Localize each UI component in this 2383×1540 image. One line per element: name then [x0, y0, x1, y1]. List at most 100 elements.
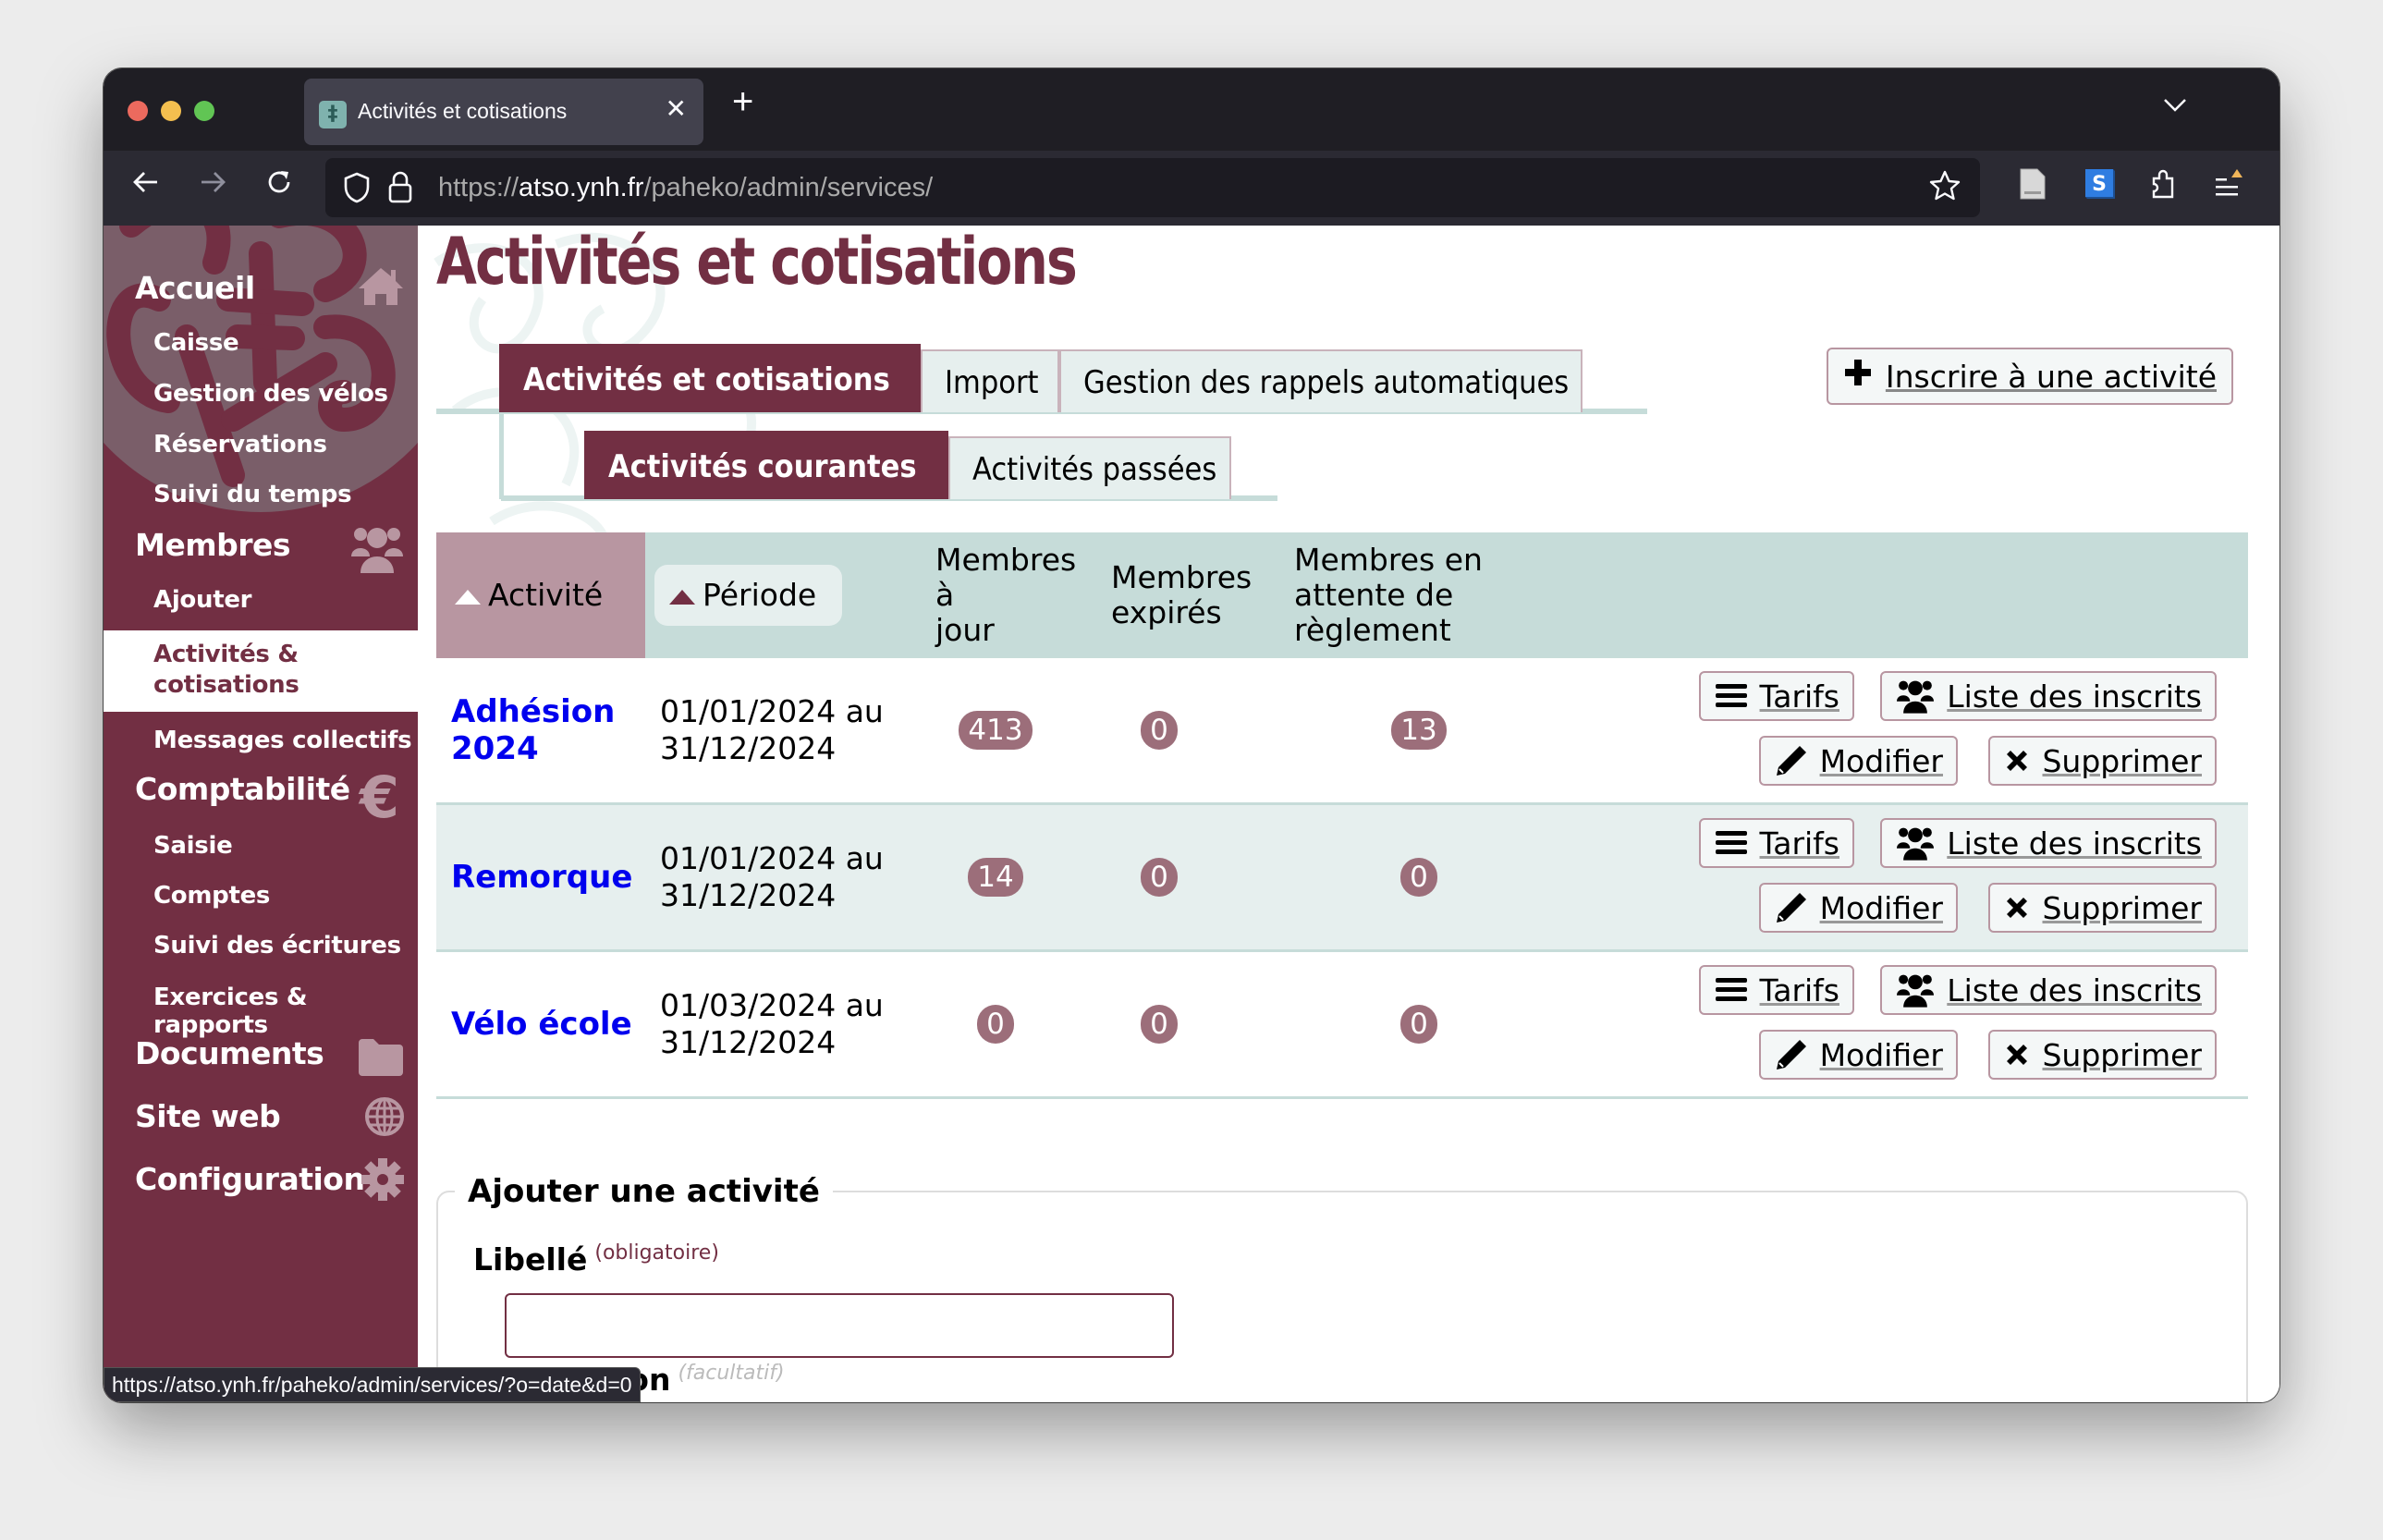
add-activity-legend: Ajouter une activité: [468, 1173, 820, 1210]
browser-tab[interactable]: ‡ Activités et cotisations ✕: [304, 79, 703, 145]
cell-actions: Tarifs Liste des inscrits Modifier Suppr…: [1571, 658, 2248, 805]
header-line: règlement: [1294, 612, 1451, 648]
liste-inscrits-label: Liste des inscrits: [1947, 825, 2202, 862]
sidebar-section-configuration[interactable]: Configuration: [135, 1161, 365, 1197]
euro-icon: €: [359, 764, 399, 831]
close-tab-icon[interactable]: ✕: [666, 93, 687, 124]
cell-up-to-date: 413: [926, 658, 1102, 805]
tab-title: Activités et cotisations: [358, 99, 568, 123]
period-end: 31/12/2024: [660, 877, 837, 913]
activity-link[interactable]: Adhésion 2024: [451, 693, 615, 767]
activity-link[interactable]: Remorque: [451, 859, 632, 896]
cell-pending: 0: [1285, 950, 1571, 1099]
extension-s-icon[interactable]: S: [2084, 167, 2115, 202]
sidebar-item-messages-collectifs[interactable]: Messages collectifs: [153, 727, 412, 754]
modifier-button[interactable]: Modifier: [1758, 736, 1958, 786]
cell-expired: 0: [1102, 803, 1285, 952]
sidebar-item-active-label: Activités & cotisations: [153, 640, 299, 701]
table-row: Adhésion 2024 01/01/2024 au 31/12/2024 413…: [436, 658, 2248, 805]
sidebar-section-accueil[interactable]: Accueil: [135, 270, 255, 306]
url-path: /paheko/admin/services/: [643, 173, 934, 202]
sidebar-section-comptabilite[interactable]: Comptabilité: [135, 771, 350, 807]
extensions-icon[interactable]: [2148, 167, 2180, 204]
lock-icon[interactable]: [386, 169, 414, 210]
count-badge: 0: [977, 1005, 1014, 1044]
sidebar-item-gestion-velos[interactable]: Gestion des vélos: [153, 380, 388, 408]
sidebar-section-site-web[interactable]: Site web: [135, 1098, 281, 1134]
list-icon: [1715, 978, 1747, 1001]
reader-icon[interactable]: [2019, 167, 2047, 204]
period-start: 01/01/2024 au: [660, 693, 884, 729]
liste-inscrits-button[interactable]: Liste des inscrits: [1880, 671, 2217, 721]
sidebar-item-exercices-rapports[interactable]: Exercices & rapports: [153, 984, 418, 1039]
back-icon[interactable]: [131, 167, 161, 205]
header-line: Membres en: [1294, 542, 1483, 578]
count-badge: 0: [1141, 858, 1178, 897]
cell-up-to-date: 0: [926, 950, 1102, 1099]
tarifs-label: Tarifs: [1759, 972, 1839, 1008]
url-text[interactable]: https://atso.ynh.fr/paheko/admin/service…: [438, 173, 933, 203]
subtab-activites-passees[interactable]: Activités passées: [948, 436, 1231, 499]
delete-x-icon: [2007, 898, 2028, 918]
supprimer-button[interactable]: Supprimer: [1988, 1030, 2217, 1080]
tab-import[interactable]: Import: [921, 349, 1059, 412]
cell-period: 01/01/2024 au 31/12/2024: [645, 803, 926, 952]
supprimer-button[interactable]: Supprimer: [1988, 883, 2217, 933]
liste-inscrits-button[interactable]: Liste des inscrits: [1880, 965, 2217, 1015]
activity-link[interactable]: Vélo école: [451, 1006, 632, 1043]
supprimer-label: Supprimer: [2042, 1036, 2202, 1073]
liste-inscrits-button[interactable]: Liste des inscrits: [1880, 818, 2217, 868]
column-header-actions: [1571, 532, 2248, 658]
libelle-input[interactable]: [505, 1293, 1174, 1358]
sidebar-section-documents[interactable]: Documents: [135, 1035, 324, 1071]
shield-icon[interactable]: [342, 171, 372, 208]
tab-rappels-automatiques[interactable]: Gestion des rappels automatiques: [1059, 349, 1583, 412]
sidebar-item-suivi-temps[interactable]: Suivi du temps: [153, 481, 352, 508]
tarifs-button[interactable]: Tarifs: [1698, 965, 1854, 1015]
inscrire-activite-label: Inscrire à une activité: [1885, 358, 2217, 395]
url-bar[interactable]: https://atso.ynh.fr/paheko/admin/service…: [325, 158, 1980, 217]
sidebar-item-ajouter[interactable]: Ajouter: [153, 586, 252, 614]
maximize-window-button[interactable]: [194, 101, 214, 121]
tab-activites-cotisations[interactable]: Activités et cotisations: [499, 344, 921, 412]
add-activity-form: Ajouter une activité Libellé (obligatoire…: [436, 1173, 2248, 1402]
tarifs-button[interactable]: Tarifs: [1698, 671, 1854, 721]
minimize-window-button[interactable]: [161, 101, 181, 121]
count-badge: 0: [1141, 1005, 1178, 1044]
libelle-label-text: Libellé: [473, 1241, 588, 1277]
column-header-activite[interactable]: Activité: [436, 532, 645, 658]
sidebar-item-comptes[interactable]: Comptes: [153, 882, 270, 910]
plus-icon: [1843, 358, 1873, 395]
menu-icon[interactable]: [2213, 167, 2246, 204]
modifier-button[interactable]: Modifier: [1758, 883, 1958, 933]
list-icon: [1715, 684, 1747, 707]
modifier-button[interactable]: Modifier: [1758, 1030, 1958, 1080]
pencil-icon: [1776, 1040, 1806, 1069]
home-icon: [357, 266, 405, 311]
users-icon: [1897, 974, 1935, 1008]
sidebar-item-saisie[interactable]: Saisie: [153, 832, 233, 860]
star-icon[interactable]: [1928, 169, 1961, 206]
activity-name-line: Remorque: [451, 859, 633, 896]
sidebar-section-membres[interactable]: Membres: [135, 527, 291, 563]
header-line: Membres à: [935, 542, 1077, 613]
column-header-periode[interactable]: Période: [645, 532, 926, 658]
cell-period: 01/01/2024 au 31/12/2024: [645, 658, 926, 805]
cell-expired: 0: [1102, 950, 1285, 1099]
tab-list-chevron-icon[interactable]: [2163, 89, 2187, 119]
supprimer-button[interactable]: Supprimer: [1988, 736, 2217, 786]
period-start: 01/01/2024 au: [660, 840, 884, 876]
tarifs-label: Tarifs: [1759, 825, 1839, 862]
forward-icon[interactable]: [198, 167, 227, 205]
sidebar-item-caisse[interactable]: Caisse: [153, 329, 239, 357]
sidebar-item-suivi-ecritures[interactable]: Suivi des écritures: [153, 932, 401, 959]
new-tab-button[interactable]: +: [732, 81, 753, 123]
sidebar-item-reservations[interactable]: Réservations: [153, 431, 327, 458]
subtab-activites-courantes[interactable]: Activités courantes: [584, 431, 948, 499]
close-window-button[interactable]: [128, 101, 148, 121]
sidebar-item-activites-cotisations[interactable]: Activités & cotisations: [104, 630, 418, 712]
tarifs-button[interactable]: Tarifs: [1698, 818, 1854, 868]
inscrire-activite-button[interactable]: Inscrire à une activité: [1826, 348, 2233, 405]
reload-icon[interactable]: [264, 167, 294, 205]
list-icon: [1715, 831, 1747, 854]
